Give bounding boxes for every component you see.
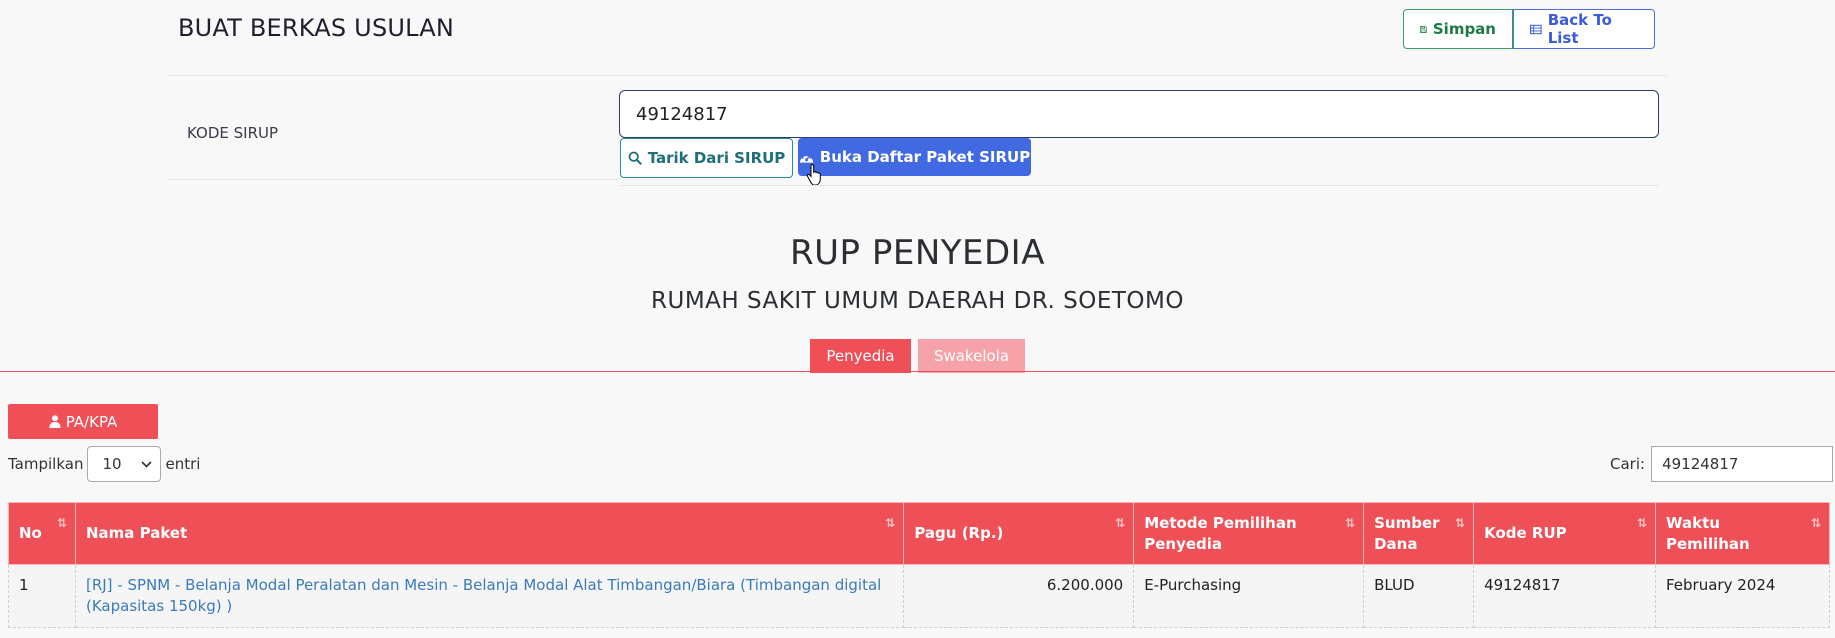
page-length-value: 10 xyxy=(102,455,122,473)
sort-icon: ⇅ xyxy=(1636,516,1647,530)
rup-title: RUP PENYEDIA xyxy=(790,233,1045,273)
cell-sumber-dana: BLUD xyxy=(1363,564,1475,628)
page-length-control: Tampilkan 10 entri xyxy=(8,446,200,482)
rup-subtitle: RUMAH SAKIT UMUM DAERAH DR. SOETOMO xyxy=(651,288,1184,314)
kode-sirup-label: KODE SIRUP xyxy=(187,124,279,142)
pa-kpa-label: PA/KPA xyxy=(65,412,118,431)
divider xyxy=(168,75,1667,76)
sort-icon: ⇅ xyxy=(1810,516,1821,530)
tarik-dari-sirup-label: Tarik Dari SIRUP xyxy=(647,149,786,167)
column-header-nama-paket[interactable]: Nama Paket ⇅ xyxy=(74,502,905,565)
sort-icon: ⇅ xyxy=(56,516,67,530)
cell-kode-rup: 49124817 xyxy=(1473,564,1656,628)
cell-pagu: 6.200.000 xyxy=(903,564,1135,628)
sort-icon: ⇅ xyxy=(1345,516,1356,530)
sort-icon: ⇅ xyxy=(1115,516,1126,530)
page-title: BUAT BERKAS USULAN xyxy=(178,14,455,42)
tab-underline xyxy=(0,371,1835,372)
table-search: Cari: 49124817 xyxy=(1610,446,1834,482)
back-to-list-label: Back To List xyxy=(1547,11,1612,47)
page-length-select[interactable]: 10 xyxy=(87,446,162,482)
user-icon xyxy=(49,415,61,428)
divider xyxy=(168,179,620,180)
column-header-no[interactable]: No ⇅ xyxy=(8,502,76,565)
buka-daftar-paket-sirup-label: Buka Daftar Paket SIRUP xyxy=(819,148,1031,166)
pa-kpa-button[interactable]: PA/KPA xyxy=(8,404,158,439)
column-header-waktu[interactable]: Waktu Pemilihan ⇅ xyxy=(1655,502,1830,565)
hand-pointer-cursor-icon xyxy=(806,164,821,186)
dashboard-icon xyxy=(799,153,813,163)
column-header-kode-rup[interactable]: Kode RUP ⇅ xyxy=(1473,502,1656,565)
save-label: Simpan xyxy=(1432,20,1496,38)
search-input[interactable]: 49124817 xyxy=(1651,446,1834,482)
kode-sirup-input[interactable]: 49124817 xyxy=(619,90,1659,138)
table-row: 1 [RJ] - SPNM - Belanja Modal Peralatan … xyxy=(8,564,1830,628)
chevron-down-icon xyxy=(141,460,153,468)
cell-no: 1 xyxy=(8,564,76,628)
save-button[interactable]: Simpan xyxy=(1403,9,1513,49)
tab-penyedia[interactable]: Penyedia xyxy=(810,339,911,373)
column-header-metode[interactable]: Metode Pemilihan Penyedia ⇅ xyxy=(1133,502,1365,565)
cell-metode: E-Purchasing xyxy=(1133,564,1365,628)
column-header-sumber-dana[interactable]: Sumber Dana ⇅ xyxy=(1363,502,1475,565)
tarik-dari-sirup-button[interactable]: Tarik Dari SIRUP xyxy=(620,138,793,178)
cell-waktu: February 2024 xyxy=(1655,564,1830,628)
sort-icon: ⇅ xyxy=(885,516,896,530)
tab-swakelola[interactable]: Swakelola xyxy=(918,339,1025,373)
show-label: Tampilkan xyxy=(8,455,84,473)
header-button-group: Simpan Back To List xyxy=(1403,9,1655,49)
rup-table: No ⇅ Nama Paket ⇅ Pagu (Rp.) ⇅ Metode Pemil… xyxy=(8,502,1830,628)
column-header-pagu[interactable]: Pagu (Rp.) ⇅ xyxy=(903,502,1135,565)
floppy-disk-icon xyxy=(1420,25,1427,33)
list-icon xyxy=(1530,24,1542,34)
entries-label: entri xyxy=(165,455,201,473)
search-label: Cari: xyxy=(1610,455,1646,473)
buka-daftar-paket-sirup-button[interactable]: Buka Daftar Paket SIRUP xyxy=(798,138,1031,176)
cell-nama-paket-link[interactable]: [RJ] - SPNM - Belanja Modal Peralatan da… xyxy=(74,564,905,628)
divider xyxy=(620,185,1658,186)
table-header-row: No ⇅ Nama Paket ⇅ Pagu (Rp.) ⇅ Metode Pemil… xyxy=(8,502,1830,565)
back-to-list-button[interactable]: Back To List xyxy=(1513,9,1655,49)
search-icon xyxy=(628,151,642,165)
sort-icon: ⇅ xyxy=(1455,516,1466,530)
